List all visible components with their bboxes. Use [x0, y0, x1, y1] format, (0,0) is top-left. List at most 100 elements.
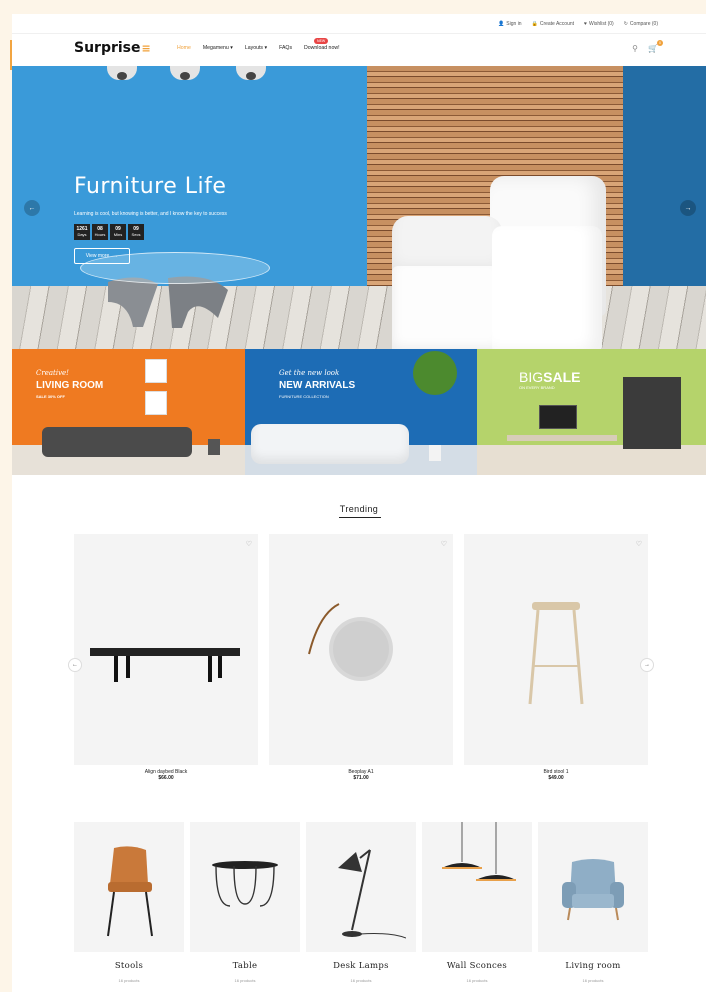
pendant-lamp-image: [442, 822, 516, 881]
countdown-days-unit: Days: [77, 232, 87, 237]
countdown: 1261 Days 08 Hours 09 Mins 09 Secs: [74, 224, 144, 240]
desk-lamp-image: [338, 849, 406, 939]
page: 👤 Sign in 🔒 Create Account ♥ Wishlist (0…: [12, 14, 706, 992]
banner-floor: [477, 445, 706, 475]
countdown-hours: 08 Hours: [92, 224, 108, 240]
left-accent-bar: [10, 40, 12, 70]
countdown-hours-unit: Hours: [94, 232, 106, 237]
logo-text: Surprise: [74, 40, 141, 56]
sign-in-link[interactable]: 👤 Sign in: [498, 21, 522, 27]
hero-slider: Furniture Life Learning is cool, but kno…: [12, 66, 706, 349]
product-image[interactable]: ♡: [464, 534, 648, 765]
hero-next-button[interactable]: →: [680, 200, 696, 216]
menu-item-layouts[interactable]: Layouts ▾: [245, 45, 267, 51]
trending-next-button[interactable]: →: [640, 658, 654, 672]
new-badge: NEW: [314, 38, 329, 44]
product-card[interactable]: ♡ Align daybed Black $66.00: [74, 534, 258, 781]
arrow-right-icon: →: [113, 253, 119, 259]
category-image[interactable]: [538, 822, 648, 952]
trending-title: Trending: [339, 504, 379, 514]
category-name[interactable]: Wall Sconces: [422, 961, 532, 971]
download-label: Download now!: [304, 45, 340, 51]
tv-image: [539, 405, 577, 429]
product-price: $49.00: [548, 775, 564, 781]
category-image[interactable]: [306, 822, 416, 952]
search-icon[interactable]: ⚲: [632, 44, 638, 53]
banner-title: NEW ARRIVALS: [279, 380, 356, 391]
category-card[interactable]: Wall Sconces 16 products: [422, 822, 532, 983]
product-price: $66.00: [158, 775, 174, 781]
banner-new-arrivals[interactable]: Get the new look NEW ARRIVALS FURNITURE …: [245, 349, 477, 475]
plant-pot: [208, 439, 220, 455]
compare-link[interactable]: ↻ Compare (0): [624, 21, 658, 27]
banner-living-room[interactable]: Creative! LIVING ROOM SALE 30% OFF: [12, 349, 245, 475]
category-image[interactable]: [422, 822, 532, 952]
category-card[interactable]: Table 16 products: [190, 822, 300, 983]
wishlist-link[interactable]: ♥ Wishlist (0): [584, 21, 614, 27]
wishlist-heart-icon[interactable]: ♡: [246, 540, 252, 548]
hero-prev-button[interactable]: ←: [24, 200, 40, 216]
product-image[interactable]: ♡: [269, 534, 453, 765]
category-count: 16 products: [466, 978, 488, 983]
countdown-mins-unit: Mins: [113, 232, 123, 237]
trending-prev-button[interactable]: ←: [68, 658, 82, 672]
logo-mark-icon: ≡: [141, 41, 151, 55]
view-more-button[interactable]: View more →: [74, 248, 130, 264]
main-navbar: Surprise ≡ Home Megamenu ▾ Layouts ▾ FAQ…: [12, 34, 706, 66]
menu-item-home[interactable]: Home: [177, 45, 191, 51]
category-name[interactable]: Living room: [538, 961, 648, 971]
view-more-label: View more: [85, 253, 110, 259]
category-count: 16 products: [350, 978, 372, 983]
armchair-image: [562, 859, 624, 921]
top-bar: 👤 Sign in 🔒 Create Account ♥ Wishlist (0…: [12, 14, 706, 34]
category-count: 16 products: [118, 978, 140, 983]
arrow-right-icon: →: [644, 662, 650, 668]
armchair-arm-right: [492, 226, 602, 349]
title-underline: [339, 517, 381, 518]
plant-leaves: [413, 351, 457, 395]
menu-item-megamenu[interactable]: Megamenu ▾: [203, 45, 233, 51]
arrow-left-icon: ←: [28, 204, 36, 212]
hero-title: Furniture Life: [74, 174, 227, 199]
countdown-days: 1261 Days: [74, 224, 90, 240]
banner-subtitle: FURNITURE COLLECTION: [279, 394, 329, 399]
category-count: 16 products: [234, 978, 256, 983]
big-label: BIG: [519, 369, 544, 385]
menu-item-download[interactable]: NEW Download now!: [304, 38, 340, 51]
product-image[interactable]: ♡: [74, 534, 258, 765]
banner-script-text: Creative!: [36, 369, 69, 377]
create-account-link[interactable]: 🔒 Create Account: [532, 21, 574, 27]
cart-icon[interactable]: 🛒 0: [648, 40, 663, 53]
hero-subtitle: Learning is cool, but knowing is better,…: [74, 211, 227, 217]
product-card[interactable]: ♡ Bird stool 1 $49.00: [464, 534, 648, 781]
countdown-mins: 09 Mins: [110, 224, 126, 240]
category-name[interactable]: Stools: [74, 961, 184, 971]
arrow-right-icon: →: [684, 204, 692, 212]
category-image[interactable]: [190, 822, 300, 952]
category-image[interactable]: [74, 822, 184, 952]
wall-frame: [145, 359, 167, 383]
category-card[interactable]: Desk Lamps 16 products: [306, 822, 416, 983]
category-name[interactable]: Table: [190, 961, 300, 971]
category-name[interactable]: Desk Lamps: [306, 961, 416, 971]
product-card[interactable]: ♡ Beoplay A1 $71.00: [269, 534, 453, 781]
wishlist-heart-icon[interactable]: ♡: [636, 540, 642, 548]
lock-icon: 🔒: [531, 20, 538, 27]
ceiling-lamp: [107, 66, 137, 80]
banner-big-sale[interactable]: BIGSALE ON EVERY BRAND: [477, 349, 706, 475]
logo[interactable]: Surprise ≡: [74, 40, 151, 56]
sofa-image: [251, 424, 409, 464]
refresh-icon: ↻: [623, 20, 628, 27]
speaker-image: [308, 603, 393, 681]
banner-subtitle: SALE 30% OFF: [36, 394, 65, 399]
daybed-image: [90, 648, 240, 682]
category-card[interactable]: Living room 16 products: [538, 822, 648, 983]
plant-pot: [429, 445, 441, 461]
arrow-left-icon: ←: [72, 662, 78, 668]
wishlist-heart-icon[interactable]: ♡: [441, 540, 447, 548]
category-card[interactable]: Stools 16 products: [74, 822, 184, 983]
sale-label: SALE: [543, 369, 581, 385]
nav-icons: ⚲ 🛒 0: [632, 40, 663, 53]
trending-products: ♡ Align daybed Black $66.00 ♡ Beoplay A1…: [68, 534, 654, 794]
menu-item-faqs[interactable]: FAQs: [279, 45, 292, 51]
